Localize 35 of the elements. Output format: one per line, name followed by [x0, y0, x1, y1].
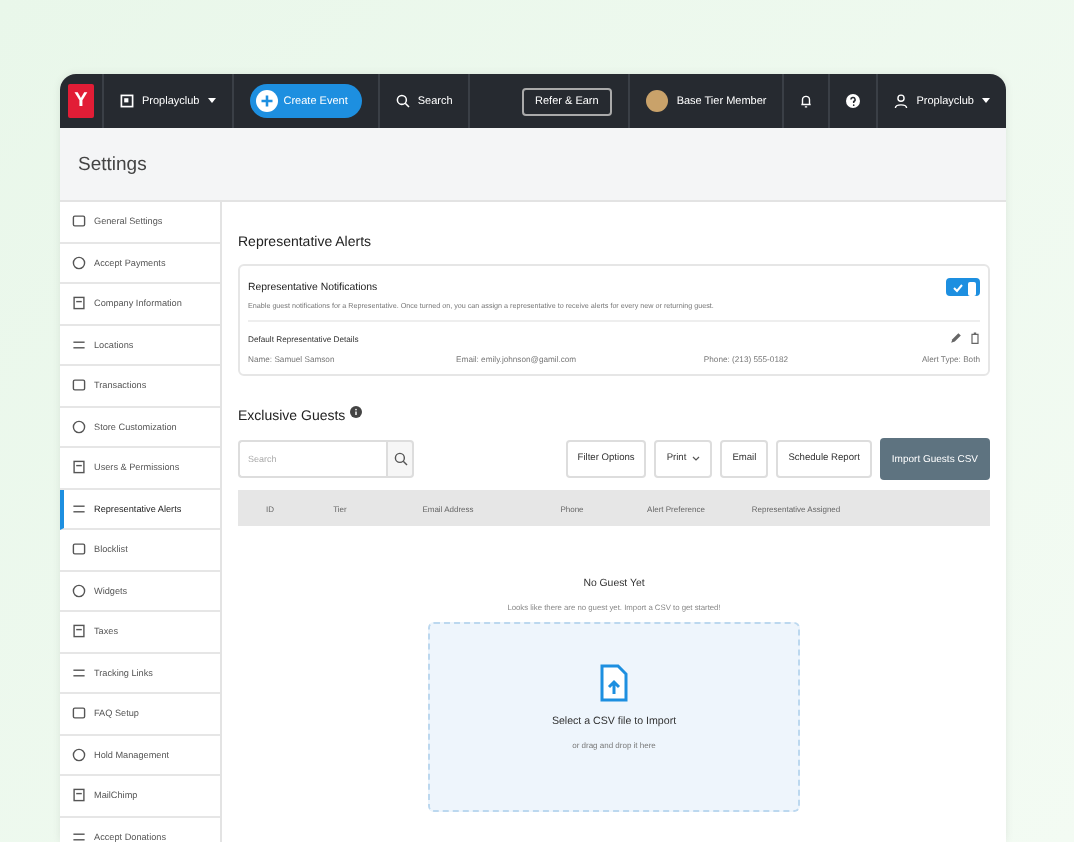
menu-item-icon: [72, 624, 86, 639]
search-icon: [393, 452, 407, 466]
caret-icon: [207, 98, 216, 104]
user-icon: [894, 94, 909, 108]
menu-item-icon: [72, 501, 86, 516]
menu-item-icon: [72, 337, 86, 352]
pencil-icon[interactable]: [950, 332, 962, 344]
menu-item-icon: [72, 665, 86, 680]
menu-item-icon: [72, 419, 86, 434]
search-button[interactable]: [386, 440, 414, 478]
check-icon: [952, 282, 964, 294]
menu-item-icon: [72, 542, 86, 557]
help-icon[interactable]: [846, 94, 861, 108]
menu-item-icon: [72, 747, 86, 762]
menu-item-icon: [72, 378, 86, 393]
caret-icon: [982, 98, 990, 104]
menu-item-icon: [72, 706, 86, 721]
menu-item-icon: [72, 214, 86, 229]
menu-item-icon: [72, 829, 86, 842]
chevron-icon: [692, 456, 701, 462]
medal-icon: [646, 90, 669, 112]
menu-item-icon: [72, 460, 86, 475]
plus-icon: [255, 90, 278, 112]
app-logo[interactable]: Y: [68, 84, 94, 118]
trash-icon[interactable]: [970, 332, 980, 344]
notifications-toggle[interactable]: [946, 278, 980, 296]
menu-item-icon: [72, 296, 86, 311]
search-icon: [395, 94, 410, 108]
menu-item-icon: [72, 583, 86, 598]
page-title: Settings: [78, 153, 147, 175]
menu-item-icon: [72, 788, 86, 803]
file-upload-icon: [600, 664, 628, 702]
menu-item-icon: [72, 255, 86, 270]
bell-icon[interactable]: [800, 94, 813, 108]
info-icon[interactable]: [349, 405, 362, 418]
